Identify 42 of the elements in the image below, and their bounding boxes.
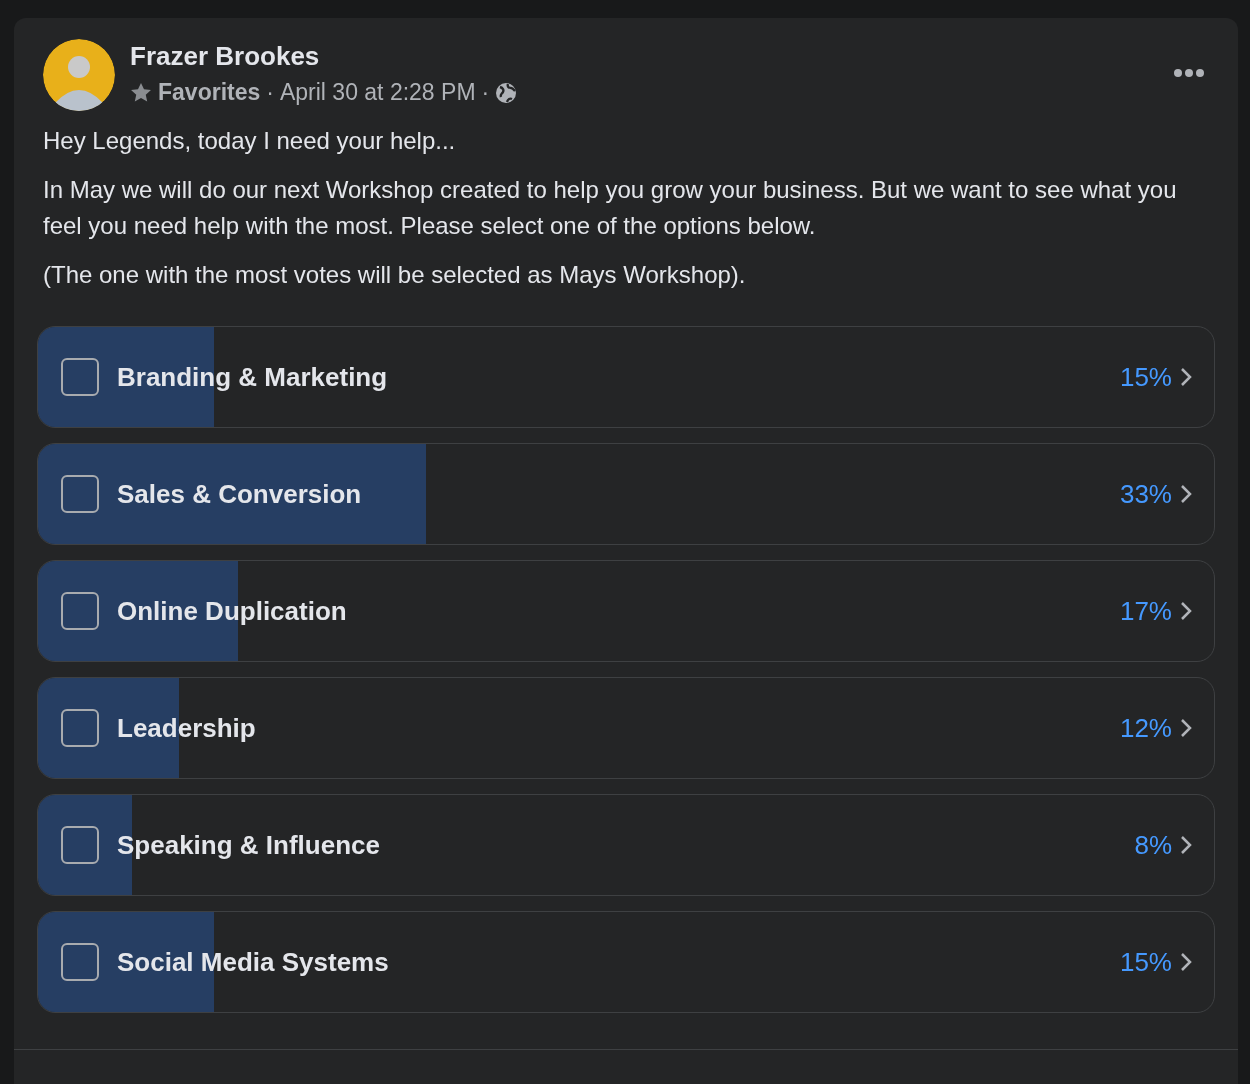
globe-icon — [495, 81, 518, 104]
chevron-right-icon[interactable] — [1180, 952, 1192, 972]
chevron-right-icon[interactable] — [1180, 601, 1192, 621]
option-label: Social Media Systems — [117, 946, 390, 978]
timestamp[interactable]: April 30 at 2:28 PM — [279, 79, 476, 106]
post-text: Hey Legends, today I need your help... — [43, 126, 457, 156]
more-options-icon[interactable] — [1173, 68, 1205, 78]
poll-option[interactable]: Leadership 12% — [37, 677, 1215, 779]
star-icon — [130, 82, 152, 103]
checkbox[interactable] — [61, 943, 99, 981]
option-label: Sales & Conversion — [117, 478, 363, 510]
vote-percentage: 15% — [1119, 361, 1172, 393]
post-text: (The one with the most votes will be selected as Mays Workshop). — [43, 260, 747, 290]
separator: · — [266, 79, 274, 106]
vote-percentage: 15% — [1119, 946, 1172, 978]
poll-option[interactable]: Speaking & Influence 8% — [37, 794, 1215, 896]
vote-percentage: 17% — [1119, 595, 1172, 627]
chevron-right-icon[interactable] — [1180, 718, 1192, 738]
poll-option[interactable]: Social Media Systems 15% — [37, 911, 1215, 1013]
checkbox[interactable] — [61, 709, 99, 747]
poll-option[interactable]: Online Duplication 17% — [37, 560, 1215, 662]
chevron-right-icon[interactable] — [1180, 367, 1192, 387]
checkbox[interactable] — [61, 826, 99, 864]
option-label: Leadership — [117, 712, 257, 744]
chevron-right-icon[interactable] — [1180, 835, 1192, 855]
option-label: Online Duplication — [117, 595, 348, 627]
checkbox[interactable] — [61, 358, 99, 396]
chevron-right-icon[interactable] — [1180, 484, 1192, 504]
avatar-icon[interactable] — [43, 39, 115, 111]
checkbox[interactable] — [61, 475, 99, 513]
poll-option[interactable]: Branding & Marketing 15% — [37, 326, 1215, 428]
vote-percentage: 8% — [1134, 829, 1172, 861]
option-label: Speaking & Influence — [117, 829, 381, 861]
post-text: In May we will do our next Workshop created to help you grow your business. But we want to see what you feel you need help with the most. Please select one of the options below. — [43, 175, 1178, 241]
vote-percentage: 33% — [1119, 478, 1172, 510]
audience-label[interactable]: Favorites — [158, 79, 261, 106]
separator: · — [481, 79, 490, 106]
poll-option[interactable]: Sales & Conversion 33% — [37, 443, 1215, 545]
checkbox[interactable] — [61, 592, 99, 630]
option-label: Branding & Marketing — [117, 361, 389, 393]
vote-percentage: 12% — [1119, 712, 1172, 744]
author-name[interactable]: Frazer Brookes — [130, 41, 1173, 71]
